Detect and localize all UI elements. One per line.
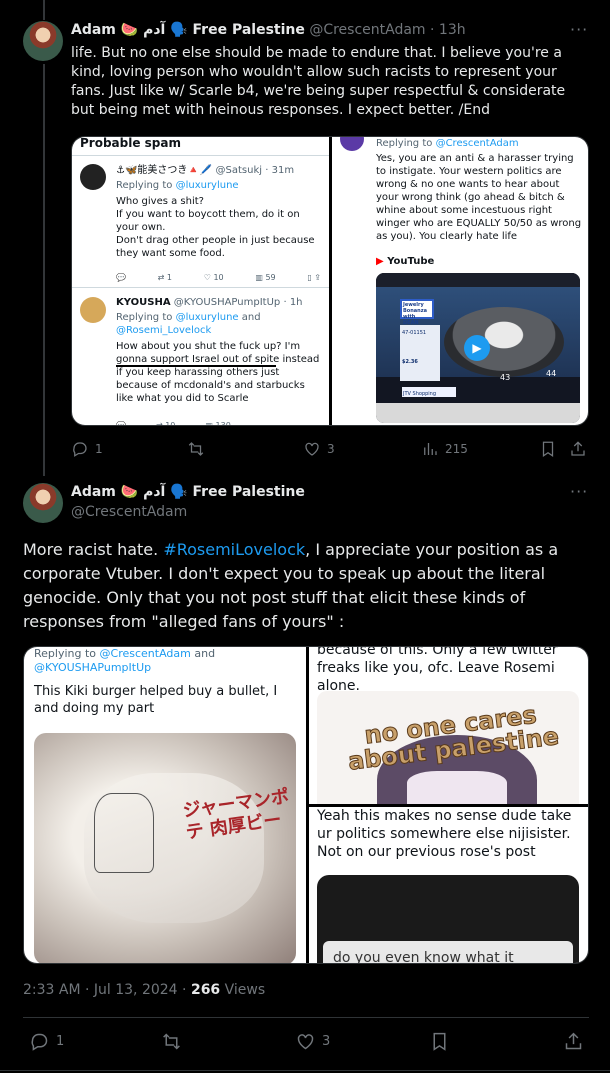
tweet-time[interactable]: 13h bbox=[439, 22, 466, 38]
reply-avatar bbox=[80, 164, 106, 190]
reply-body: Who gives a shit? If you want to boycott… bbox=[116, 196, 315, 259]
reply2-body: How about you shut the fuck up? I'm gonn… bbox=[116, 341, 320, 404]
share-icon bbox=[571, 441, 585, 456]
retweet-icon bbox=[163, 1033, 180, 1050]
reply-body: because of this. Only a few twitter frea… bbox=[317, 646, 558, 694]
youtube-video[interactable]: Jewelry Bonanza with DEAN 47-01151 $2.36… bbox=[376, 273, 580, 423]
avatar[interactable] bbox=[23, 21, 63, 61]
media-grid[interactable]: Probable spam ⚓🦋能美さつき🔺🖊️ @Satsukj · 31m … bbox=[71, 136, 589, 426]
tweet-actions: 1 3 bbox=[23, 1031, 589, 1055]
retweet-button[interactable] bbox=[161, 1031, 182, 1052]
more-icon[interactable]: ··· bbox=[570, 482, 588, 501]
youtube-source: ▶ YouTube bbox=[376, 256, 435, 267]
reply2-name: KYOUSHA bbox=[116, 297, 171, 308]
bookmark-icon bbox=[542, 441, 554, 457]
network-logo: JTV Shopping Network bbox=[402, 387, 456, 410]
spam-header: Probable spam bbox=[80, 136, 181, 150]
divider bbox=[23, 1017, 589, 1018]
reply-name: ⚓🦋能美さつき🔺🖊️ bbox=[116, 165, 213, 176]
author-handle[interactable]: @CrescentAdam bbox=[309, 22, 425, 38]
reply-icon bbox=[31, 1033, 48, 1051]
views-label: Views bbox=[224, 982, 266, 998]
screenshot-right[interactable]: Replying to @CrescentAdam Yes, you are a… bbox=[332, 137, 588, 425]
reply-body: This Kiki burger helped buy a bullet, I … bbox=[34, 684, 278, 716]
heart-icon bbox=[305, 442, 319, 456]
tweet-actions: 1 3 215 bbox=[71, 440, 591, 462]
bookmark-button[interactable] bbox=[539, 440, 557, 458]
view-count: 266 bbox=[190, 982, 221, 998]
views-button[interactable]: 215 bbox=[421, 440, 468, 458]
share-icon bbox=[565, 1032, 582, 1050]
screenshot-bottom-right[interactable]: Yeah this makes no sense dude take ur po… bbox=[309, 807, 588, 963]
replying-prefix: Replying to bbox=[116, 180, 173, 191]
reply-avatar bbox=[340, 137, 364, 151]
bottom-divider bbox=[0, 1070, 610, 1071]
more-icon[interactable]: ··· bbox=[570, 20, 588, 39]
replying-to: @luxurylune bbox=[175, 180, 239, 191]
tweet-text: life. But no one else should be made to … bbox=[71, 45, 566, 118]
retweet-button[interactable] bbox=[187, 440, 205, 458]
reply2-time: 1h bbox=[289, 297, 303, 308]
analytics-icon bbox=[424, 443, 437, 455]
screenshot-top-right[interactable]: because of this. Only a few twitter frea… bbox=[309, 646, 588, 804]
reply-icon bbox=[73, 442, 87, 457]
bookmark-button[interactable] bbox=[429, 1031, 450, 1052]
author-name[interactable]: Adam 🍉 آدم 🗣️ Free Palestine bbox=[71, 22, 305, 38]
reply-button[interactable]: 1 bbox=[29, 1031, 64, 1052]
burger-photo[interactable]: ジャーマンポテ 肉厚ビー bbox=[34, 733, 296, 963]
reply2-avatar bbox=[80, 297, 106, 323]
tweet-header: Adam 🍉 آدم 🗣️ Free Palestine @CrescentAd… bbox=[71, 22, 466, 38]
sticker-image[interactable]: no one cares about palestine bbox=[317, 691, 579, 804]
reply-body: Yeah this makes no sense dude take ur po… bbox=[317, 808, 572, 860]
play-icon[interactable]: ▶ bbox=[464, 335, 490, 361]
avatar[interactable] bbox=[23, 483, 63, 523]
embedded-image[interactable]: do you even know what it bbox=[317, 875, 579, 963]
video-sign: Jewelry Bonanza with DEAN bbox=[400, 299, 434, 326]
reply-time: 31m bbox=[271, 165, 295, 176]
share-button[interactable] bbox=[569, 440, 587, 458]
thread-line bbox=[43, 64, 45, 476]
reply-stats: 💬 ⇄ 1 ♡ 10 ▥ 59 ▯ ⇪ bbox=[116, 273, 321, 282]
reply-button[interactable]: 1 bbox=[71, 440, 103, 458]
underline-mark bbox=[116, 365, 276, 367]
reply-handle: @Satsukj bbox=[215, 165, 263, 176]
share-button[interactable] bbox=[563, 1031, 584, 1052]
author-handle[interactable]: @CrescentAdam bbox=[71, 504, 187, 520]
screenshot-left[interactable]: Replying to @CrescentAdam and @KYOUSHAPu… bbox=[24, 647, 306, 963]
author-name[interactable]: Adam 🍉 آدم 🗣️ Free Palestine bbox=[71, 484, 305, 500]
price-card: 47-01151 $2.36 bbox=[400, 325, 440, 381]
reply2-handle: @KYOUSHAPumpItUp bbox=[173, 297, 281, 308]
retweet-icon bbox=[188, 442, 204, 456]
media-grid[interactable]: Replying to @CrescentAdam and @KYOUSHAPu… bbox=[23, 646, 589, 964]
screenshot-left[interactable]: Probable spam ⚓🦋能美さつき🔺🖊️ @Satsukj · 31m … bbox=[72, 136, 329, 425]
heart-icon bbox=[297, 1034, 314, 1050]
image-caption: do you even know what it bbox=[323, 941, 573, 963]
hashtag-link[interactable]: #RosemiLovelock bbox=[163, 540, 305, 559]
thread-line-top bbox=[43, 0, 45, 20]
like-button[interactable]: 3 bbox=[295, 1031, 330, 1052]
tweet-text: More racist hate. #RosemiLovelock, I app… bbox=[23, 540, 559, 631]
like-button[interactable]: 3 bbox=[303, 440, 335, 458]
reply-body: Yes, you are an anti & a harasser trying… bbox=[376, 153, 582, 242]
bookmark-icon bbox=[433, 1032, 446, 1051]
tweet-timestamp[interactable]: 2:33 AM · Jul 13, 2024 bbox=[23, 982, 178, 998]
tweet-meta: 2:33 AM · Jul 13, 2024 · 266 Views bbox=[23, 982, 266, 998]
